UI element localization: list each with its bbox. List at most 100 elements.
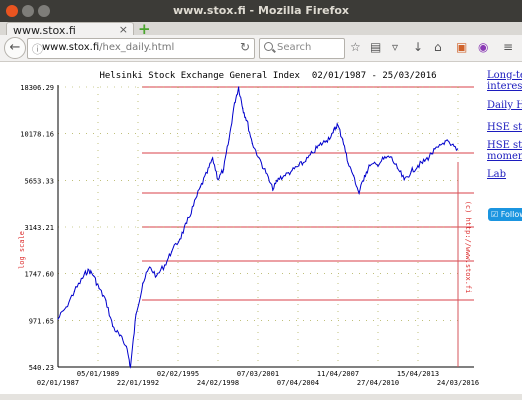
chart-title: Helsinki Stock Exchange General Index 02/… <box>99 71 436 81</box>
data-point <box>242 107 244 109</box>
data-point <box>87 268 89 270</box>
data-point <box>325 140 327 142</box>
y-tick-label: 1747.60 <box>24 271 54 279</box>
sidebar-link-hse-stocks[interactable]: HSE sto <box>487 122 522 133</box>
data-point <box>277 177 279 179</box>
data-point <box>238 86 240 88</box>
data-point <box>179 238 181 240</box>
x-tick-label-top: 05/01/1989 <box>77 370 119 378</box>
data-point <box>105 299 107 301</box>
navigation-bar: ← ⓘ www.stox.fi/hex_daily.html ↻ Search … <box>0 35 522 62</box>
url-bar[interactable]: ⓘ www.stox.fi/hex_daily.html ↻ <box>27 38 255 59</box>
follow-label: Follow <box>500 210 522 219</box>
x-tick-label-top: 15/04/2013 <box>397 370 439 378</box>
data-point <box>363 175 366 177</box>
data-point <box>258 157 260 159</box>
privacy-icon[interactable]: ◉ <box>478 40 488 54</box>
y-tick-label: 971.65 <box>29 317 54 325</box>
data-point <box>155 275 158 277</box>
data-point <box>212 157 214 159</box>
data-point <box>112 325 114 328</box>
data-point <box>164 264 166 266</box>
data-point <box>456 148 459 150</box>
x-tick-label-top: 02/02/1995 <box>157 370 199 378</box>
data-point <box>73 290 76 292</box>
data-point <box>358 192 360 194</box>
data-point <box>142 282 144 284</box>
data-point <box>369 165 371 167</box>
search-input[interactable]: Search <box>259 38 345 59</box>
chart-title-text: Helsinki Stock Exchange General Index <box>99 71 300 81</box>
extension-icon[interactable]: ▣ <box>456 40 467 54</box>
data-point <box>410 171 412 173</box>
data-point <box>298 165 300 167</box>
menu-icon[interactable]: ≡ <box>503 40 513 54</box>
x-tick-label-bottom: 22/01/1992 <box>117 379 159 387</box>
data-point <box>65 306 67 308</box>
data-point <box>318 144 320 146</box>
data-point <box>118 335 121 337</box>
sidebar-link-interest[interactable]: interest <box>487 81 522 92</box>
data-point <box>389 156 392 158</box>
reading-list-icon[interactable]: ▤ <box>370 40 381 54</box>
data-point <box>170 251 173 253</box>
data-point <box>192 205 195 207</box>
twitter-bird-icon: ☑ <box>491 210 499 219</box>
url-path: /hex_daily.html <box>99 42 175 53</box>
chart-date-range: 02/01/1987 - 25/03/2016 <box>312 71 437 81</box>
data-point <box>92 275 95 277</box>
search-placeholder: Search <box>277 42 312 53</box>
data-point <box>149 266 151 268</box>
x-tick-label-top: 07/03/2001 <box>237 370 279 378</box>
x-tick-label-bottom: 27/04/2010 <box>357 379 399 387</box>
data-point <box>417 165 419 167</box>
data-point <box>444 140 446 142</box>
sidebar-link-momentum[interactable]: moment <box>487 151 522 162</box>
y-axis-labels: 540.23 971.65 1747.60 3143.21 5653.33 10178.1… <box>20 84 54 372</box>
bookmark-star-icon[interactable]: ☆ <box>350 40 361 54</box>
data-point <box>82 277 84 279</box>
data-point <box>57 318 59 320</box>
sidebar-link-hse-stocks-momentum[interactable]: HSE sto <box>487 140 522 151</box>
x-tick-label-bottom: 24/03/2016 <box>437 379 479 387</box>
x-tick-label-bottom: 24/02/1998 <box>197 379 239 387</box>
data-point <box>98 287 100 290</box>
twitter-follow-button[interactable]: ☑ Follow <box>488 208 522 221</box>
data-point <box>228 138 230 140</box>
data-point <box>305 160 307 162</box>
data-point <box>251 142 253 145</box>
x-axis-labels: 02/01/1987 22/01/1992 24/02/1998 07/04/2004… <box>37 370 479 387</box>
data-point <box>199 186 201 188</box>
page-content: Helsinki Stock Exchange General Index 02/… <box>0 62 522 400</box>
data-point <box>233 102 236 104</box>
back-icon[interactable]: ← <box>4 37 26 59</box>
title-bar: www.stox.fi - Mozilla Firefox <box>0 0 522 22</box>
data-point <box>347 162 349 165</box>
data-point <box>186 222 188 224</box>
tab-bar: www.stox.fi × + <box>0 20 522 38</box>
url-text: www.stox.fi/hex_daily.html <box>42 42 174 53</box>
data-point <box>135 313 137 315</box>
data-point <box>376 163 378 166</box>
data-point <box>284 175 286 177</box>
sidebar-link-daily[interactable]: Daily H <box>487 100 522 111</box>
sidebar-link-long-term[interactable]: Long-te <box>487 70 522 81</box>
data-point <box>352 175 355 177</box>
home-icon[interactable]: ⌂ <box>434 40 442 54</box>
pocket-icon[interactable]: ▿ <box>392 40 398 54</box>
data-point <box>383 158 385 160</box>
download-icon[interactable]: ↓ <box>413 40 423 54</box>
reload-icon[interactable]: ↻ <box>240 40 250 54</box>
y-tick-label: 540.23 <box>29 364 54 372</box>
data-point <box>206 172 208 174</box>
horizontal-scrollbar[interactable] <box>0 394 522 400</box>
hex-index-chart: Helsinki Stock Exchange General Index 02/… <box>18 71 479 387</box>
url-host: www.stox.fi <box>42 42 100 53</box>
data-point <box>291 169 293 172</box>
data-point <box>396 167 398 169</box>
y-tick-label: 18306.29 <box>20 84 54 92</box>
data-point <box>403 179 405 181</box>
data-point <box>342 138 344 140</box>
data-point <box>265 172 267 174</box>
sidebar-link-lab[interactable]: Lab <box>487 169 506 180</box>
